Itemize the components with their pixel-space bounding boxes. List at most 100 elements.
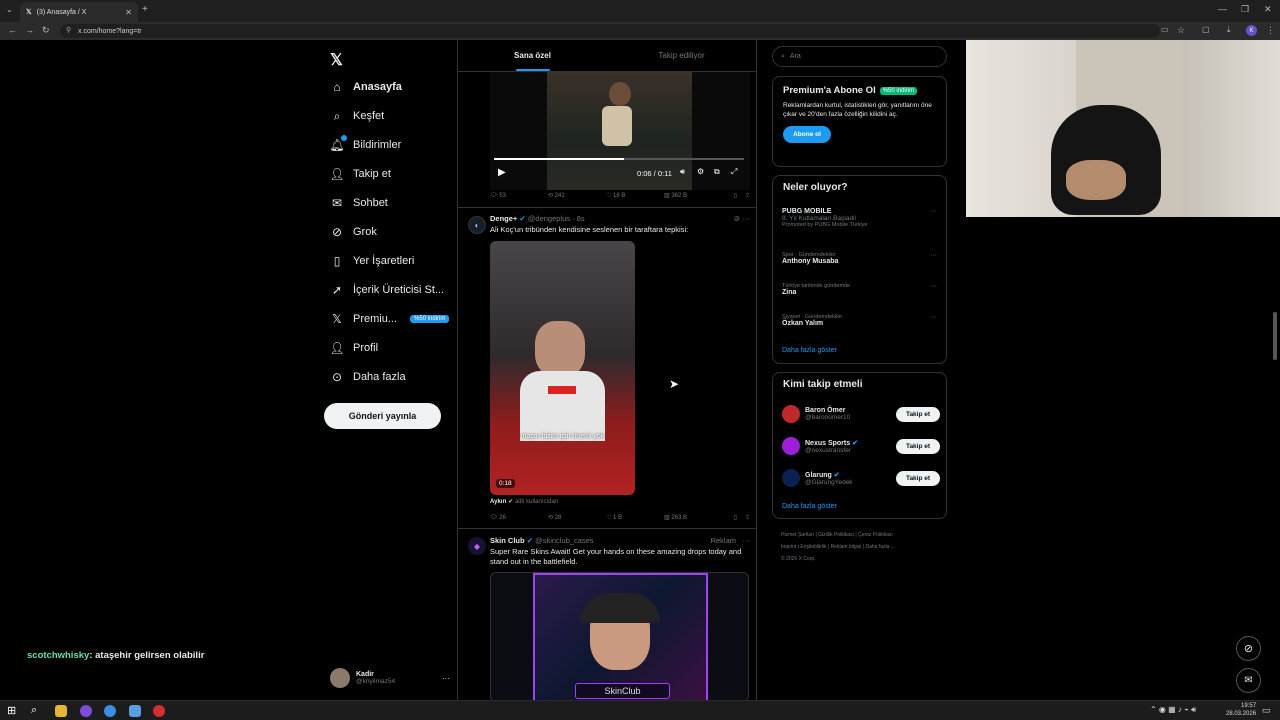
follow-button[interactable]: Takip et xyxy=(896,406,940,422)
nav-follow[interactable]: 👤︎ Takip et xyxy=(329,162,455,186)
skinclub-avatar[interactable]: ◆ xyxy=(468,537,486,555)
post-author[interactable]: Skin Club xyxy=(490,536,525,545)
trend-item[interactable]: PUBG MOBILE 8. Yıl Kutlamaları Başladı! … xyxy=(782,208,937,228)
forward-icon[interactable]: → xyxy=(25,25,34,35)
follow-button[interactable]: Takip et xyxy=(896,438,940,454)
share-icon[interactable]: ⇪ xyxy=(745,192,750,199)
tab-list-icon[interactable]: ⌄ xyxy=(6,5,13,14)
site-info-icon[interactable]: ⚲ xyxy=(66,26,71,34)
repost-button[interactable]: ⟲ 28 xyxy=(548,514,606,521)
x-logo-icon[interactable]: 𝕏 xyxy=(330,50,343,70)
search-box[interactable]: ⌕ Ara xyxy=(772,46,947,67)
maximize-icon[interactable]: ❐ xyxy=(1241,4,1249,15)
views-button[interactable]: ▥ 362 B xyxy=(664,192,714,199)
footer-link[interactable]: Çerez Politikası xyxy=(858,532,893,538)
nav-grok[interactable]: ⊘ Grok xyxy=(330,220,455,244)
close-tab-icon[interactable]: ✕ xyxy=(125,8,132,17)
cast-icon[interactable]: ▭ xyxy=(1161,25,1169,34)
trend-item[interactable]: Türkiye tarihinde gündemde Zina ··· xyxy=(782,283,937,296)
clock[interactable]: 19:57 28.03.2026 xyxy=(1226,702,1256,718)
nav-more[interactable]: ⊙ Daha fazla xyxy=(330,365,455,389)
video-progress-track[interactable] xyxy=(494,158,744,160)
app-icon[interactable] xyxy=(80,705,92,717)
source-label[interactable]: Aykırı xyxy=(490,499,506,505)
repost-button[interactable]: ⟲ 241 xyxy=(548,192,606,199)
post1-video[interactable]: maçın bizim için önemi yok 0:18 xyxy=(490,241,635,495)
nav-explore[interactable]: ⌕ Keşfet xyxy=(330,104,455,128)
more-icon[interactable]: ··· xyxy=(930,252,937,259)
nav-notifications[interactable]: 🔔︎ Bildirimler xyxy=(329,133,455,157)
settings-icon[interactable]: ⚙ xyxy=(697,167,704,176)
follow-suggestion[interactable]: Nexus Sports ✔ @nexustransfer Takip et xyxy=(782,435,940,457)
footer-link[interactable]: Reklam bilgisi xyxy=(831,544,862,550)
account-switcher[interactable]: Kadir @knyilmaz54 ··· xyxy=(330,667,450,689)
footer-link[interactable]: Hizmet Şartları xyxy=(781,532,814,538)
messages-fab-icon[interactable]: ✉ xyxy=(1236,668,1261,693)
close-window-icon[interactable]: ✕ xyxy=(1264,4,1272,15)
app-icon[interactable] xyxy=(153,705,165,717)
more-icon[interactable]: ··· xyxy=(930,208,937,215)
file-explorer-icon[interactable] xyxy=(55,705,67,717)
subscribe-button[interactable]: Abone ol xyxy=(783,126,831,143)
profile-avatar-icon[interactable]: K xyxy=(1246,25,1257,36)
more-icon[interactable]: ··· xyxy=(930,314,937,321)
nav-profile[interactable]: 👤︎ Profil xyxy=(329,336,455,360)
play-icon[interactable]: ▶ xyxy=(498,167,506,178)
more-icon[interactable]: ··· xyxy=(743,214,751,223)
nav-creator-studio[interactable]: ➚ İçerik Üreticisi St... xyxy=(330,278,455,302)
bookmark-icon[interactable]: ▯ xyxy=(734,514,737,521)
reload-icon[interactable]: ↻ xyxy=(42,25,50,36)
reply-button[interactable]: 💬︎ 26 xyxy=(490,514,548,521)
follow-suggestion[interactable]: Glarung ✔ @GlarungYedek Takip et xyxy=(782,467,940,489)
search-icon[interactable]: ⌕ xyxy=(31,704,37,717)
extensions-icon[interactable]: ▢ xyxy=(1202,25,1210,34)
more-dots-icon[interactable]: ··· xyxy=(442,674,450,683)
post-video[interactable]: ▶ 0:06 / 0:11 🔊︎ ⚙ ⧉ ⤢ xyxy=(490,72,750,190)
ad-media-card[interactable]: SkinClub xyxy=(490,572,749,700)
reply-button[interactable]: 💬︎ 53 xyxy=(490,192,548,199)
fullscreen-icon[interactable]: ⤢ xyxy=(731,167,737,177)
menu-dots-icon[interactable]: ⋮ xyxy=(1266,25,1275,36)
nav-premium[interactable]: 𝕏 Premiu... %50 indirim xyxy=(330,307,455,331)
new-tab-icon[interactable]: + xyxy=(142,4,148,15)
post-handle[interactable]: @skinclub_cases xyxy=(535,536,593,545)
footer-link[interactable]: Imprint xyxy=(781,544,796,550)
denge-avatar[interactable]: ◐ xyxy=(468,216,486,234)
tray-icons[interactable]: ⌃ ◉ ▦ ♪ ⌁ 🔊︎ xyxy=(1150,705,1196,715)
post-author[interactable]: Denge+ xyxy=(490,214,517,223)
more-icon[interactable]: ··· xyxy=(930,283,937,290)
like-button[interactable]: ♡ 18 B xyxy=(606,192,664,199)
pip-icon[interactable]: ⧉ xyxy=(714,167,720,177)
volume-icon[interactable]: 🔊︎ xyxy=(680,167,685,177)
grok-fab-icon[interactable]: ⊘ xyxy=(1236,636,1261,661)
post-handle[interactable]: @dengeplus xyxy=(528,214,570,223)
browser-tab[interactable]: 𝕏 (3) Anasayfa / X ✕ xyxy=(20,2,138,22)
nav-bookmarks[interactable]: ▯ Yer İşaretleri xyxy=(330,249,455,273)
views-button[interactable]: ▥ 263 B xyxy=(664,514,714,521)
like-button[interactable]: ♡ 1 B xyxy=(606,514,664,521)
bookmark-icon[interactable]: ▯ xyxy=(734,192,737,199)
nav-home[interactable]: ⌂ Anasayfa xyxy=(330,75,455,99)
windows-start-icon[interactable]: ⊞ xyxy=(7,704,16,717)
trend-item[interactable]: Spor · Gündemdekiler Anthony Musaba ··· xyxy=(782,252,937,265)
tab-following[interactable]: Takip ediliyor xyxy=(607,40,756,71)
page-scrollbar[interactable] xyxy=(1273,312,1277,360)
chrome-icon[interactable] xyxy=(104,705,116,717)
footer-link[interactable]: Erişilebilirlik xyxy=(800,544,826,550)
grok-icon[interactable]: ⊘ xyxy=(734,214,740,223)
tab-for-you[interactable]: Sana özel xyxy=(458,40,607,71)
nav-chat[interactable]: ✉ Sohbet xyxy=(330,191,455,215)
trends-show-more[interactable]: Daha fazla göster xyxy=(782,347,837,354)
follow-show-more[interactable]: Daha fazla göster xyxy=(782,503,837,510)
minimize-icon[interactable]: — xyxy=(1218,4,1227,14)
more-icon[interactable]: ··· xyxy=(743,536,751,545)
download-icon[interactable]: ⤓ xyxy=(1227,25,1231,35)
trend-item[interactable]: Siyaset · Gündemdekiler Özkan Yalım ··· xyxy=(782,314,937,327)
follow-suggestion[interactable]: Baron Ömer @baronomer10 Takip et xyxy=(782,403,940,425)
app-icon[interactable] xyxy=(129,705,141,717)
back-icon[interactable]: ← xyxy=(8,25,17,35)
post-button[interactable]: Gönderi yayınla xyxy=(324,403,441,429)
notification-icon[interactable]: ▭ xyxy=(1262,705,1271,716)
post-time[interactable]: · 6s xyxy=(572,214,585,223)
url-field[interactable]: ⚲ x.com/home?lang=tr xyxy=(60,24,1160,38)
